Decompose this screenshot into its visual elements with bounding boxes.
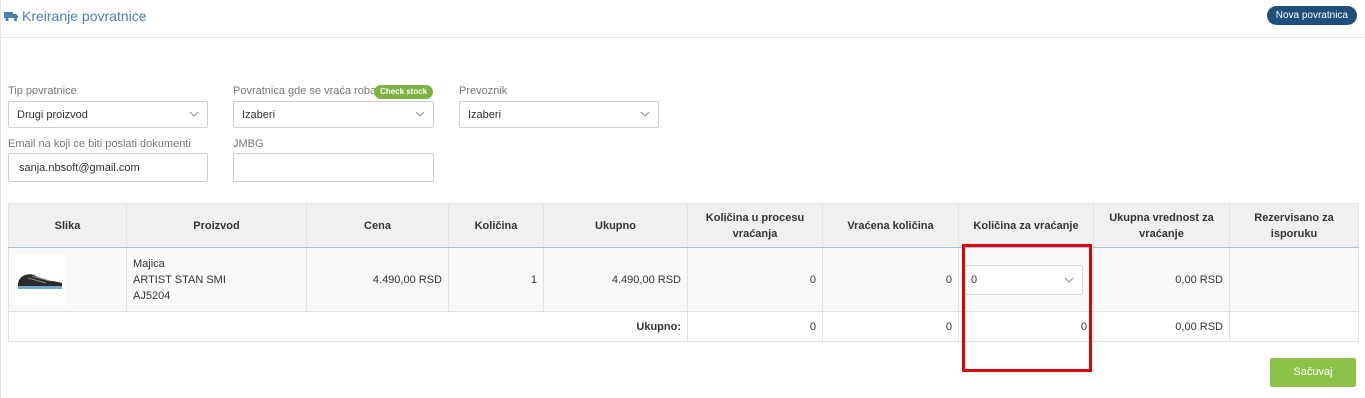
product-cell: Majica ARTIST STAN SMI AJ5204 <box>126 247 307 312</box>
col-header: Ukupno <box>543 203 688 248</box>
product-brand: ARTIST STAN SMI <box>133 273 226 286</box>
return-items-table: Slika Proizvod Cena Količina Ukupno Koli… <box>8 203 1359 342</box>
title-wrap: Kreiranje povratnice <box>4 8 147 24</box>
truck-icon <box>4 12 18 22</box>
col-header: Količina <box>448 203 544 248</box>
summary-to-return: 0 <box>958 311 1094 342</box>
summary-row: Ukupno: 0 0 0 0,00 RSD <box>8 311 1359 342</box>
page-header: Kreiranje povratnice Nova povratnica <box>0 0 1365 38</box>
email-value: sanja.nbsoft@gmail.com <box>19 162 140 174</box>
in-process-cell: 0 <box>687 247 823 312</box>
returned-cell: 0 <box>822 247 959 312</box>
table-header-row: Slika Proizvod Cena Količina Ukupno Koli… <box>8 203 1359 248</box>
product-image <box>15 254 65 305</box>
chevron-down-icon <box>189 111 199 117</box>
shoe-image <box>18 273 62 289</box>
chevron-down-icon <box>415 111 425 117</box>
carrier-label: Prevoznik <box>459 85 508 97</box>
jmbg-field[interactable] <box>233 153 434 182</box>
carrier-select[interactable]: Izaberi <box>459 101 659 128</box>
return-type-select[interactable]: Drugi proizvod <box>8 101 208 128</box>
col-header: Ukupna vrednost za vraćanje <box>1093 203 1230 248</box>
product-image-cell <box>8 247 127 312</box>
price-cell: 4.490,00 RSD <box>306 247 449 312</box>
page-left-border <box>0 0 1 398</box>
return-location-select[interactable]: Izaberi <box>233 101 434 128</box>
new-return-button[interactable]: Nova povratnica <box>1266 6 1357 25</box>
return-quantity-select[interactable]: 0 <box>963 264 1083 295</box>
check-stock-badge[interactable]: Check stock <box>374 85 434 99</box>
carrier-value: Izaberi <box>468 109 502 121</box>
total-cell: 4.490,00 RSD <box>543 247 688 312</box>
reserved-cell <box>1229 247 1359 312</box>
return-type-value: Drugi proizvod <box>17 109 88 121</box>
return-location-label: Povratnica gde se vraća roba <box>233 85 377 97</box>
return-type-label: Tip povratnice <box>8 85 77 97</box>
quantity-cell: 1 <box>448 247 544 312</box>
summary-reserved <box>1229 311 1359 342</box>
col-header: Slika <box>8 203 127 248</box>
product-code: AJ5204 <box>133 289 171 302</box>
col-header: Vraćena količina <box>822 203 959 248</box>
email-label: Email na koji ce biti poslati dokumenti <box>8 138 191 150</box>
page-title: Kreiranje povratnice <box>22 8 147 24</box>
col-header: Proizvod <box>126 203 307 248</box>
col-header: Rezervisano za isporuku <box>1229 203 1359 248</box>
return-quantity-value: 0 <box>971 273 978 286</box>
chevron-down-icon <box>1064 277 1074 283</box>
summary-in-process: 0 <box>687 311 823 342</box>
summary-return-value: 0,00 RSD <box>1093 311 1230 342</box>
return-location-value: Izaberi <box>242 109 276 121</box>
to-return-cell: 0 <box>958 247 1094 312</box>
product-name: Majica <box>133 257 165 270</box>
save-button[interactable]: Sačuvaj <box>1270 358 1356 387</box>
chevron-down-icon <box>640 111 650 117</box>
jmbg-label: JMBG <box>233 138 264 150</box>
email-field[interactable]: sanja.nbsoft@gmail.com <box>8 153 208 182</box>
summary-label: Ukupno: <box>8 311 688 342</box>
table-row: Majica ARTIST STAN SMI AJ5204 4.490,00 R… <box>8 247 1359 312</box>
col-header: Količina za vraćanje <box>958 203 1094 248</box>
col-header: Količina u procesu vraćanja <box>687 203 823 248</box>
return-value-cell: 0,00 RSD <box>1093 247 1230 312</box>
summary-returned: 0 <box>822 311 959 342</box>
col-header: Cena <box>306 203 449 248</box>
